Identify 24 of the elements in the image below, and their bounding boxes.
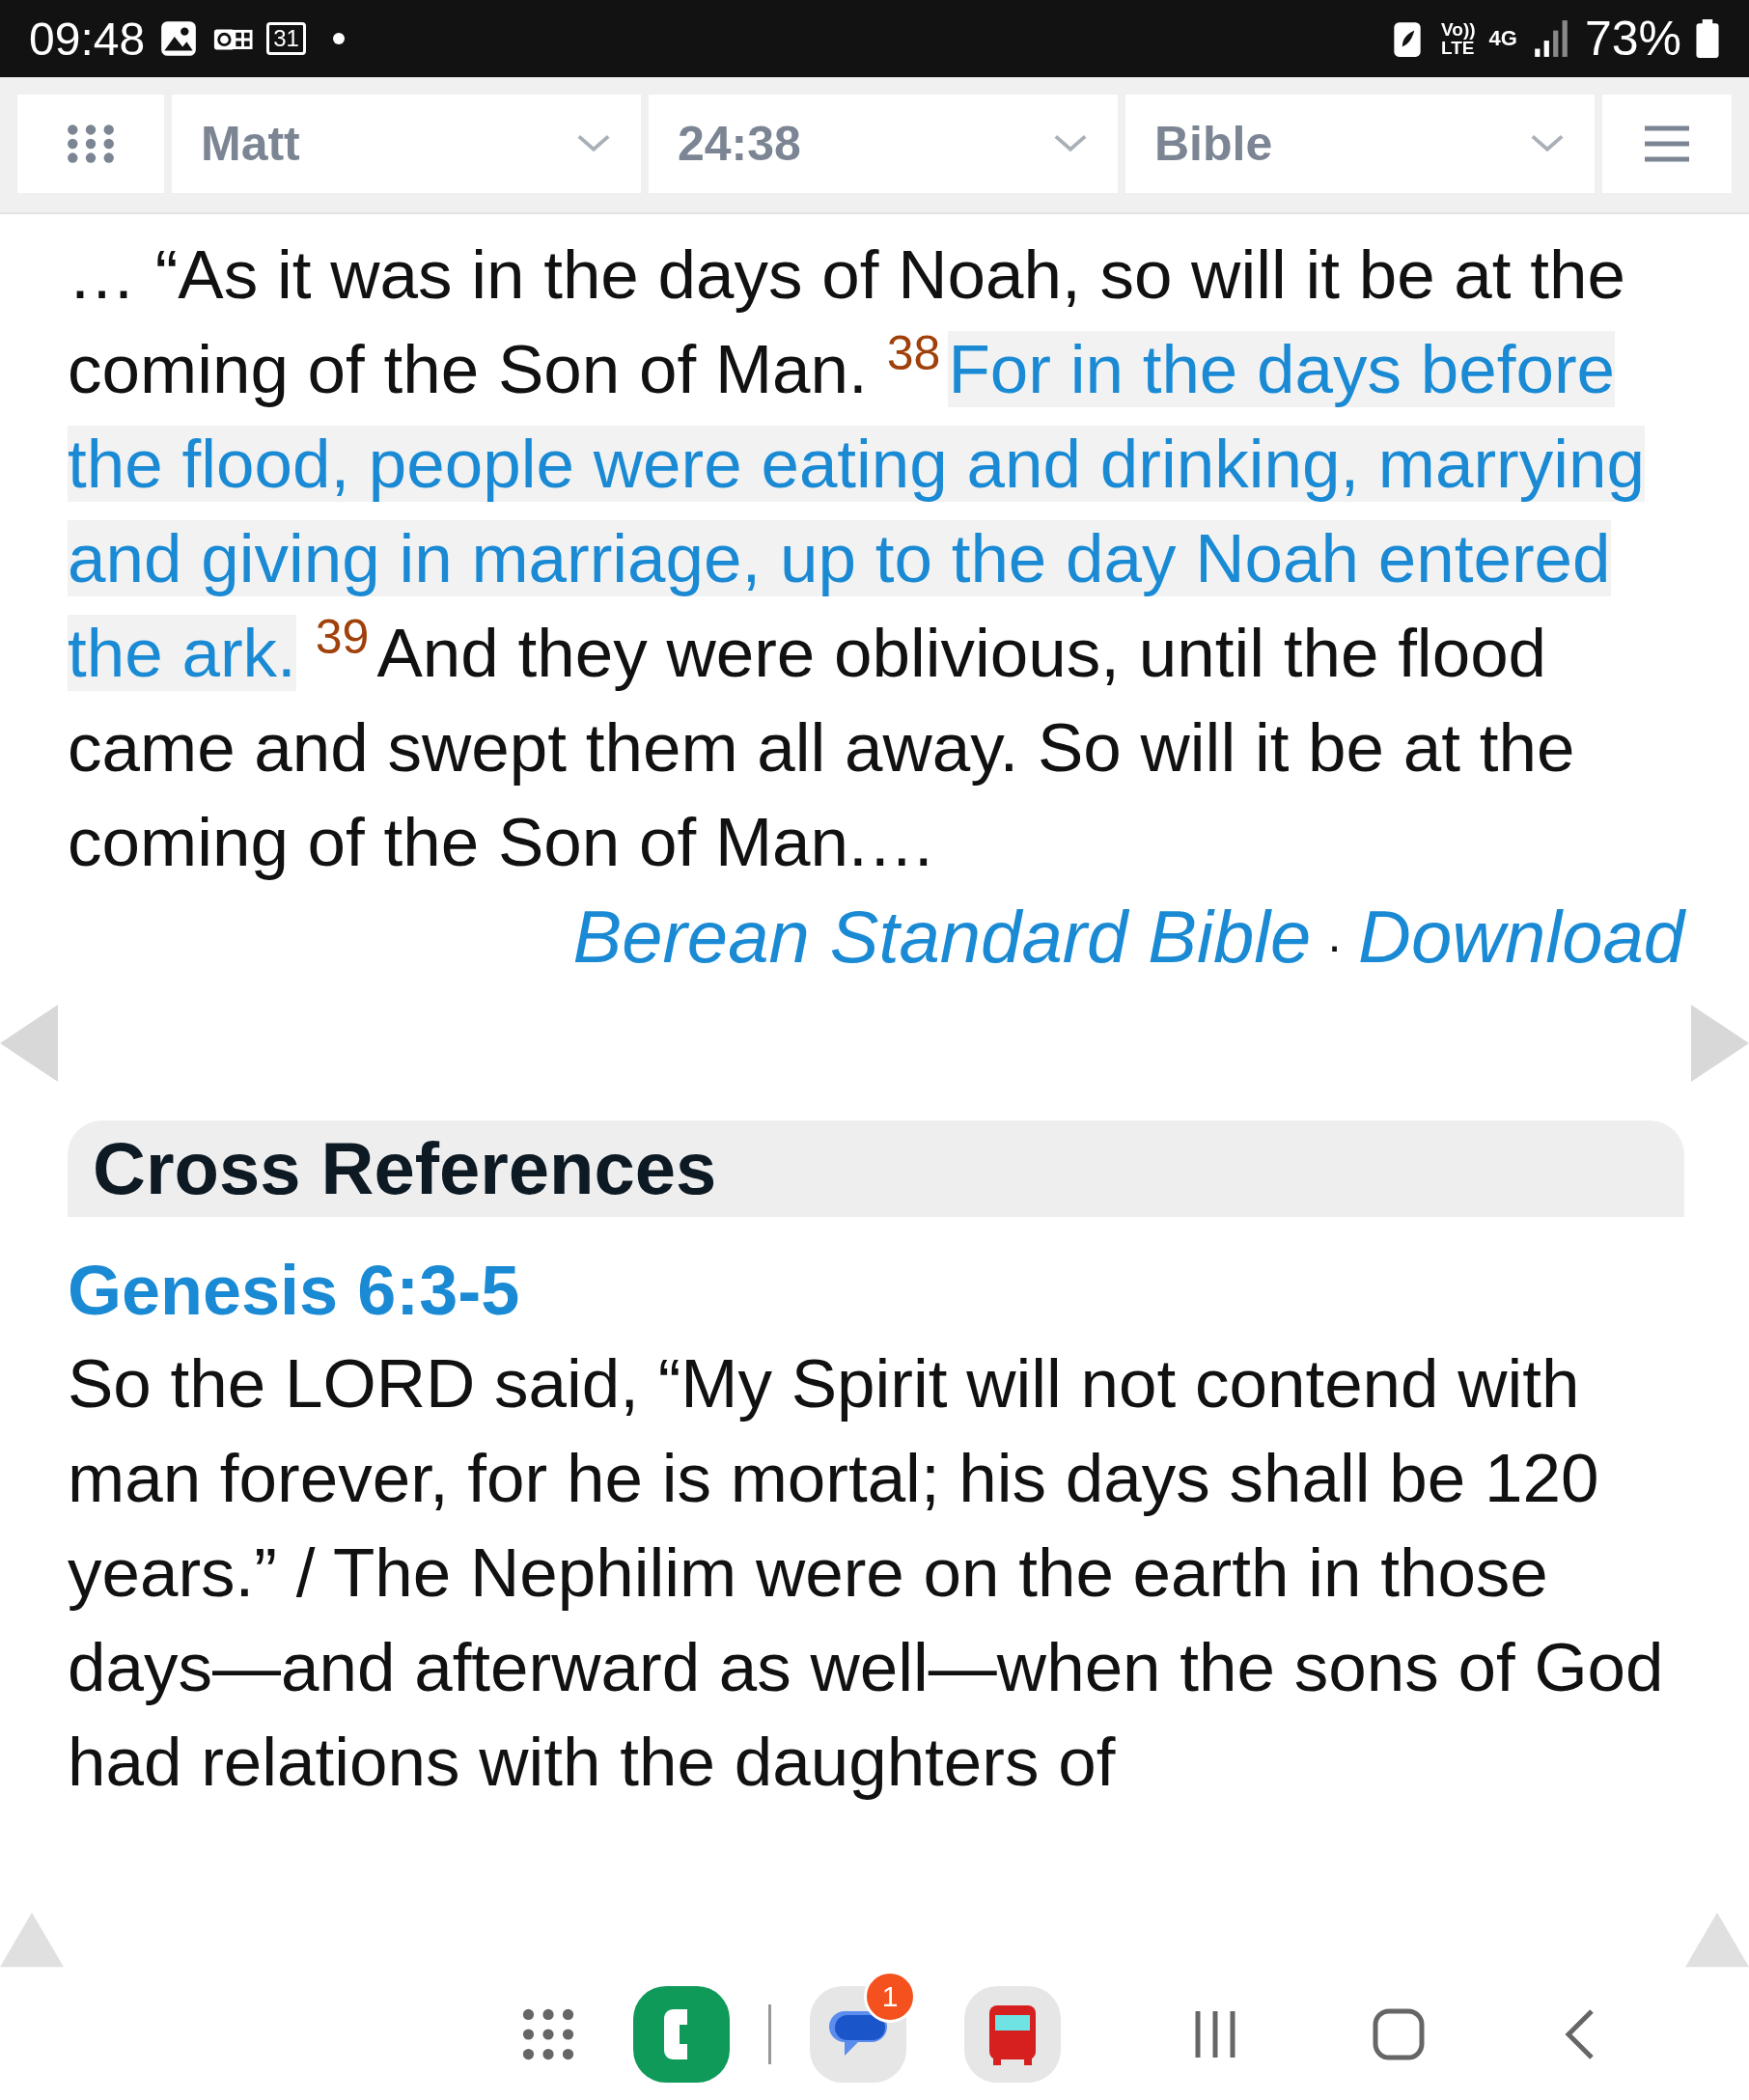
menu-icon [1643,124,1691,163]
download-link[interactable]: Download [1358,890,1684,984]
section-header: Cross References [68,1120,1684,1217]
phone-app-icon[interactable] [633,1986,730,2083]
volte-indicator: Vo)) LTE [1441,20,1476,57]
chapter-dropdown[interactable]: 24:38 [649,95,1118,193]
apps-button[interactable] [17,95,164,193]
battery-icon [1695,18,1720,59]
bus-app-icon[interactable] [964,1986,1061,2083]
grid-icon [66,124,116,164]
menu-button[interactable] [1602,95,1732,193]
notification-badge: 1 [864,1971,916,2023]
notification-dot-icon [332,33,345,44]
reference-text: So the LORD said, “My Spirit will not contend with man forever, for he is mortal; his days shall be 120 years.” / The Nephilim were on the earth in those days—and afterward as well—when the sons of God had relations with the daughters of [68,1344,1665,1802]
clock: 09:48 [29,12,146,66]
version-dropdown[interactable]: Bible [1125,95,1595,193]
battery-percent: 73% [1584,11,1681,67]
reference-link[interactable]: Genesis 6:3-5 [68,1244,1684,1337]
app-drawer-icon[interactable] [521,2007,575,2061]
separator: · [1326,918,1343,975]
calendar-icon: 31 [266,22,306,55]
bible-link[interactable]: Berean Standard Bible [572,890,1312,984]
book-dropdown[interactable]: Matt [172,95,641,193]
network-indicator: 4G [1488,26,1517,51]
